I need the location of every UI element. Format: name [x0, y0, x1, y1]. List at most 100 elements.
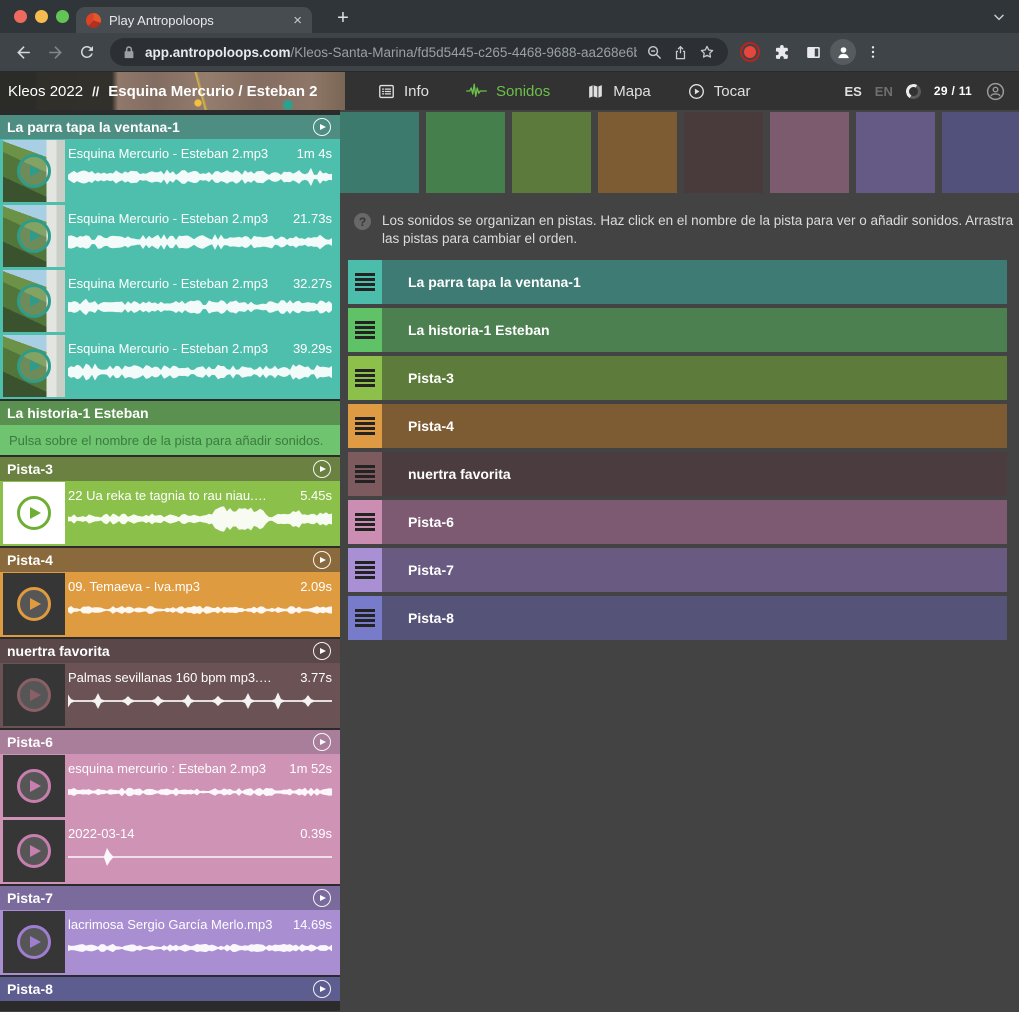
track-row-body[interactable]: La historia-1 Esteban: [382, 308, 1007, 352]
track-play-button[interactable]: [313, 980, 331, 998]
track-header[interactable]: nuertra favorita: [0, 639, 340, 663]
share-icon[interactable]: [672, 44, 689, 61]
track-row[interactable]: Pista-8: [348, 596, 1007, 640]
tab-mapa[interactable]: Mapa: [586, 82, 651, 101]
track-row-body[interactable]: Pista-4: [382, 404, 1007, 448]
track-play-button[interactable]: [313, 460, 331, 478]
account-icon[interactable]: [985, 81, 1006, 102]
clip-play-button[interactable]: [17, 496, 51, 530]
track-play-button[interactable]: [313, 733, 331, 751]
recording-indicator-icon[interactable]: [744, 46, 756, 58]
audio-clip[interactable]: lacrimosa Sergio García Merlo.mp314.69s: [0, 910, 340, 975]
audio-clip[interactable]: Palmas sevillanas 160 bpm mp3.mp33.77s: [0, 663, 340, 728]
window-controls: [0, 0, 83, 33]
profile-avatar[interactable]: [830, 39, 856, 65]
bookmark-star-icon[interactable]: [698, 43, 716, 61]
track-row-body[interactable]: La parra tapa la ventana-1: [382, 260, 1007, 304]
track-row[interactable]: Pista-4: [348, 404, 1007, 448]
drag-handle[interactable]: [348, 356, 382, 400]
track-row-body[interactable]: Pista-6: [382, 500, 1007, 544]
tab-info[interactable]: Info: [377, 82, 429, 101]
lang-en[interactable]: EN: [875, 84, 893, 99]
track-header[interactable]: Pista-3: [0, 457, 340, 481]
track-row[interactable]: Pista-3: [348, 356, 1007, 400]
side-panel-icon[interactable]: [798, 37, 828, 67]
clip-filename: 22 Ua reka te tagnia to rau niau.mp3: [68, 488, 273, 503]
drag-handle[interactable]: [348, 548, 382, 592]
breadcrumb: Kleos 2022 // Esquina Mercurio / Esteban…: [0, 72, 345, 110]
play-circle-icon: [687, 82, 706, 101]
window-zoom-button[interactable]: [56, 10, 69, 23]
audio-clip[interactable]: Esquina Mercurio - Esteban 2.mp339.29s: [0, 334, 340, 399]
track-row-label: Pista-8: [408, 610, 454, 626]
audio-clip[interactable]: esquina mercurio : Esteban 2.mp31m 52s: [0, 754, 340, 819]
audio-clip[interactable]: Esquina Mercurio - Esteban 2.mp321.73s: [0, 204, 340, 269]
sidebar-track-section: La parra tapa la ventana-1Esquina Mercur…: [0, 115, 340, 399]
clip-play-button[interactable]: [17, 219, 51, 253]
track-row-body[interactable]: Pista-8: [382, 596, 1007, 640]
audio-clip[interactable]: 22 Ua reka te tagnia to rau niau.mp35.45…: [0, 481, 340, 546]
drag-handle[interactable]: [348, 404, 382, 448]
clip-play-button[interactable]: [17, 349, 51, 383]
track-row[interactable]: Pista-6: [348, 500, 1007, 544]
track-header[interactable]: La parra tapa la ventana-1: [0, 115, 340, 139]
track-row[interactable]: La parra tapa la ventana-1: [348, 260, 1007, 304]
clip-play-button[interactable]: [17, 587, 51, 621]
new-tab-button[interactable]: +: [330, 5, 356, 31]
clip-play-button[interactable]: [17, 154, 51, 188]
track-play-button[interactable]: [313, 889, 331, 907]
track-header[interactable]: Pista-8: [0, 977, 340, 1001]
zoom-out-icon[interactable]: [646, 44, 663, 61]
audio-clip[interactable]: 2022-03-140.39s: [0, 819, 340, 884]
breadcrumb-project: Kleos 2022: [8, 83, 83, 100]
clip-play-button[interactable]: [17, 678, 51, 712]
drag-handle[interactable]: [348, 452, 382, 496]
forward-icon[interactable]: [40, 37, 70, 67]
clip-play-button[interactable]: [17, 284, 51, 318]
clip-thumbnail: [3, 205, 65, 267]
window-close-button[interactable]: [14, 10, 27, 23]
track-header[interactable]: Pista-6: [0, 730, 340, 754]
clip-play-button[interactable]: [17, 834, 51, 868]
drag-handle[interactable]: [348, 308, 382, 352]
track-play-button[interactable]: [313, 551, 331, 569]
browser-menu-kebab-icon[interactable]: [858, 37, 888, 67]
header-right-controls: ES EN 29 / 11: [844, 81, 1019, 102]
track-row[interactable]: La historia-1 Esteban: [348, 308, 1007, 352]
back-icon[interactable]: [8, 37, 38, 67]
track-row-body[interactable]: nuertra favorita: [382, 452, 1007, 496]
browser-tab[interactable]: Play Antropoloops ×: [76, 7, 312, 33]
tab-tocar[interactable]: Tocar: [687, 82, 751, 101]
track-play-button[interactable]: [313, 642, 331, 660]
tab-close-icon[interactable]: ×: [293, 13, 302, 28]
window-minimize-button[interactable]: [35, 10, 48, 23]
lang-es[interactable]: ES: [844, 84, 861, 99]
drag-handle[interactable]: [348, 500, 382, 544]
track-play-button[interactable]: [313, 118, 331, 136]
drag-handle[interactable]: [348, 260, 382, 304]
track-row[interactable]: Pista-7: [348, 548, 1007, 592]
clip-waveform: [68, 506, 332, 532]
clip-filename: Esquina Mercurio - Esteban 2.mp3: [68, 146, 268, 161]
track-row-body[interactable]: Pista-3: [382, 356, 1007, 400]
track-row[interactable]: nuertra favorita: [348, 452, 1007, 496]
tab-search-chevron-icon[interactable]: [991, 9, 1007, 30]
clip-play-button[interactable]: [17, 769, 51, 803]
clip-duration: 3.77s: [294, 670, 332, 685]
track-header[interactable]: Pista-7: [0, 886, 340, 910]
address-bar[interactable]: app.antropoloops.com/Kleos-Santa-Marina/…: [110, 38, 728, 66]
audio-clip[interactable]: Esquina Mercurio - Esteban 2.mp31m 4s: [0, 139, 340, 204]
tab-sonidos[interactable]: Sonidos: [465, 82, 550, 100]
track-row-body[interactable]: Pista-7: [382, 548, 1007, 592]
clip-play-button[interactable]: [17, 925, 51, 959]
waveform-icon: [465, 82, 488, 100]
audio-clip[interactable]: 09. Temaeva - Iva.mp32.09s: [0, 572, 340, 637]
reload-icon[interactable]: [72, 37, 102, 67]
drag-handle[interactable]: [348, 596, 382, 640]
track-row-label: Pista-6: [408, 514, 454, 530]
extensions-puzzle-icon[interactable]: [766, 37, 796, 67]
audio-clip[interactable]: Esquina Mercurio - Esteban 2.mp332.27s: [0, 269, 340, 334]
track-header[interactable]: Pista-4: [0, 548, 340, 572]
clip-waveform: [68, 779, 332, 805]
track-header[interactable]: La historia-1 Esteban: [0, 401, 340, 425]
